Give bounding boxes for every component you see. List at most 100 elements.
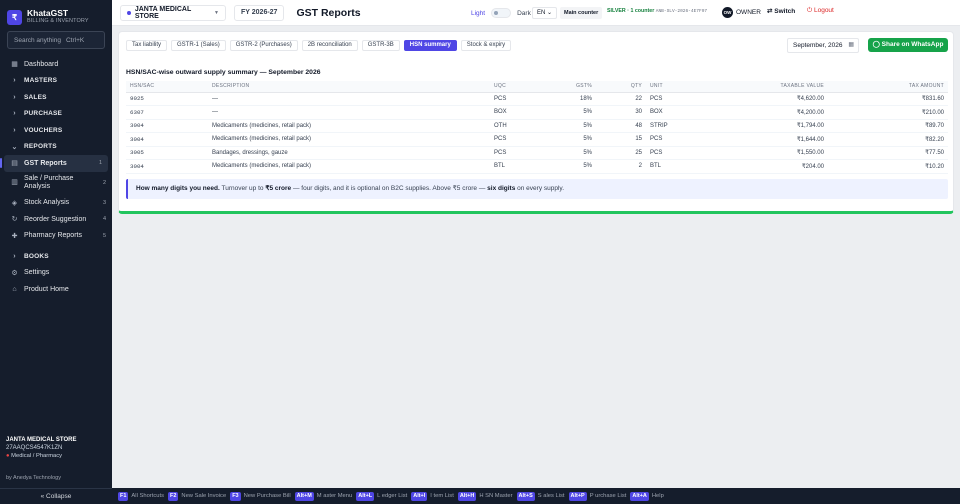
sidebar-section-masters[interactable]: › MASTERS (0, 73, 112, 90)
switch-button[interactable]: ⇄ Switch (767, 7, 795, 15)
sidebar-section-sales[interactable]: › SALES (0, 89, 112, 106)
cell-unit: PCS (646, 92, 756, 106)
cell-desc: Bandages, dressings, gauze (208, 146, 490, 160)
cell-uqc: PCS (490, 92, 550, 106)
shortcut-new-purchase[interactable]: F3 New Purchase Bill (230, 491, 291, 501)
sidebar-item-dashboard[interactable]: ▦ Dashboard (0, 56, 112, 73)
cell-tax: ₹77.50 (828, 146, 948, 160)
shortcut-label: Help (651, 493, 664, 499)
shortcut-item-list[interactable]: Alt+I I tem List (411, 491, 454, 501)
cell-unit: PCS (646, 146, 756, 160)
cell-gst: 5% (550, 159, 596, 174)
tab-gstr3b[interactable]: GSTR-3B (361, 40, 400, 51)
sidebar-section-purchase[interactable]: › PURCHASE (0, 106, 112, 123)
shortcut-number: 4 (102, 216, 106, 223)
chevron-down-icon: ⌄ (11, 143, 18, 151)
shortcut-hsn-master[interactable]: Alt+H H SN Master (457, 491, 513, 501)
sidebar-item-sale-purchase-analysis[interactable]: ▥ Sale / Purchase Analysis 2 (0, 172, 112, 195)
shortcut-help[interactable]: Alt+A Help (630, 491, 664, 501)
table-row: 6307— BOX 5% 30 BOX ₹4,200.00 ₹210.00 (126, 105, 948, 120)
sidebar-section-vouchers[interactable]: › VOUCHERS (0, 122, 112, 139)
shortcut-ledger-list[interactable]: Alt+L L edger List (356, 491, 408, 501)
share-whatsapp-button[interactable]: ◯ Share on WhatsApp (868, 38, 948, 52)
cell-tax: ₹831.60 (828, 92, 948, 106)
pill-icon: ✚ (11, 232, 18, 240)
share-label: Share on WhatsApp (881, 41, 944, 48)
table-row: 3004 Medicaments (medicines, retail pack)… (126, 159, 948, 174)
sidebar-item-gst-reports[interactable]: ▤ GST Reports 1 (0, 155, 108, 172)
tab-gstr2[interactable]: GSTR-2 (Purchases) (229, 40, 298, 51)
cell-unit: BTL (646, 159, 756, 174)
cell-uqc: OTH (490, 119, 550, 133)
search-input[interactable]: Search anything Ctrl+K (7, 31, 105, 49)
tab-stock-expiry[interactable]: Stock & expiry (460, 40, 512, 51)
user-role: OWNER (736, 9, 761, 16)
collapse-button[interactable]: « Collapse (0, 488, 112, 504)
tab-hsn-summary[interactable]: HSN summary (403, 40, 457, 51)
shortcut-label: New Purchase Bill (243, 493, 291, 499)
tab-tax-liability[interactable]: Tax liability (126, 40, 168, 51)
shortcut-label: H SN Master (479, 493, 513, 499)
avatar[interactable]: OW (722, 7, 733, 18)
shortcut-label: I tem List (430, 493, 454, 499)
note-text: on every supply. (515, 185, 564, 192)
shortcut-key: Alt+S (516, 491, 535, 501)
store-gstin: 27AAQCS4547K1ZN (6, 445, 63, 451)
sidebar-item-product-home[interactable]: ⌂ Product Home (0, 281, 112, 298)
sidebar-section-reports[interactable]: ⌄ REPORTS (0, 139, 112, 156)
shortcut-key: Alt+H (457, 491, 477, 501)
theme-dark-label: Dark (517, 9, 531, 17)
note-lead: How many digits you need. (136, 185, 220, 192)
sidebar-section-books[interactable]: › BOOKS (0, 248, 112, 265)
cell-taxable: ₹1,794.00 (756, 119, 828, 133)
sidebar-item-label: Sale / Purchase Analysis (24, 175, 74, 190)
cell-taxable: ₹4,620.00 (756, 92, 828, 106)
theme-toggle[interactable]: Light Dark (471, 8, 531, 18)
period-picker[interactable]: September, 2026 ▦ (787, 38, 859, 53)
cell-uqc: PCS (490, 132, 550, 147)
shortcut-key: F2 (167, 491, 179, 501)
shortcut-key: Alt+M (294, 491, 314, 501)
cell-desc: Medicaments (medicines, retail pack) (208, 159, 490, 174)
cell-taxable: ₹4,200.00 (756, 105, 828, 120)
hsn-table: HSN/SAC DESCRIPTION UQC GST% QTY UNIT TA… (126, 81, 948, 174)
sidebar-item-stock-analysis[interactable]: ◈ Stock Analysis 3 (0, 195, 112, 212)
home-icon: ⌂ (12, 285, 17, 293)
store-name: JANTA MEDICAL STORE (6, 437, 77, 443)
cell-qty: 22 (596, 92, 646, 106)
shortcut-master-menu[interactable]: Alt+M M aster Menu (294, 491, 352, 501)
theme-switch[interactable] (491, 8, 512, 18)
shortcut-label: All Shortcuts (131, 493, 164, 499)
logout-button[interactable]: ⏻ Logout (807, 7, 834, 15)
shortcut-sales-list[interactable]: Alt+S S ales List (516, 491, 565, 501)
fy-selector[interactable]: FY 2026-27 (234, 4, 285, 21)
sidebar-item-label: BOOKS (24, 252, 49, 260)
shortcut-new-sale[interactable]: F2 New Sale Invoice (167, 491, 226, 501)
license-code: ANB-SLV-2026-4E7F97 (655, 9, 708, 14)
shortcut-label: L edger List (377, 493, 408, 499)
brand[interactable]: ₹ KhataGST BILLING & INVENTORY (0, 0, 112, 28)
store-type: ● Medical / Pharmacy (6, 453, 106, 459)
note-text: — four digits, and it is optional on B2C… (291, 185, 488, 192)
shortcut-all[interactable]: F1 All Shortcuts (118, 491, 164, 501)
tab-gstr1[interactable]: GSTR-1 (Sales) (171, 40, 226, 51)
shortcut-purchase-list[interactable]: Alt+P P urchase List (568, 491, 626, 501)
switch-label: Switch (774, 8, 796, 15)
chevron-right-icon: › (13, 77, 16, 85)
language-select[interactable]: EN ⌄ (532, 7, 558, 19)
swap-icon: ⇄ (767, 8, 773, 15)
sidebar-item-label: Reorder Suggestion (24, 215, 87, 223)
store-selector[interactable]: JANTA MEDICAL STORE ▼ (120, 4, 226, 21)
tab-2b-reconciliation[interactable]: 2B reconciliation (301, 40, 358, 51)
counter-badge[interactable]: Main counter (560, 7, 603, 19)
sidebar-item-reorder-suggestion[interactable]: ↻ Reorder Suggestion 4 (0, 211, 112, 228)
cell-unit: PCS (646, 132, 756, 147)
sidebar-item-label: Pharmacy Reports (24, 232, 82, 240)
sidebar-item-pharmacy-reports[interactable]: ✚ Pharmacy Reports 5 (0, 228, 112, 245)
shortcut-number: 2 (102, 180, 106, 186)
chevron-right-icon: › (13, 110, 16, 118)
cell-desc: — (208, 105, 490, 120)
table-row: 3004 Medicaments (medicines, retail pack)… (126, 119, 948, 133)
calendar-icon[interactable]: ▦ (848, 39, 854, 52)
sidebar-item-settings[interactable]: ⚙ Settings (0, 265, 112, 282)
